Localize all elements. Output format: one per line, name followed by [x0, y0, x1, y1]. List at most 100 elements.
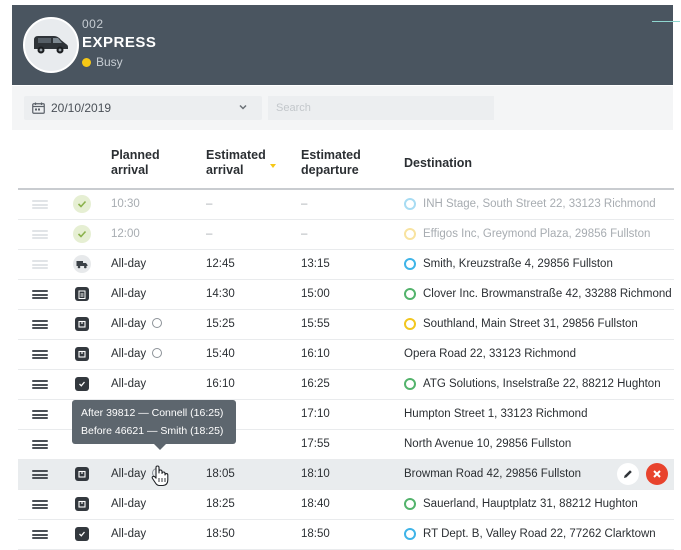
vehicle-status: Busy — [82, 55, 123, 69]
location-marker-icon — [404, 288, 416, 300]
planned-arrival-cell: All-day — [111, 498, 146, 510]
row-actions — [610, 463, 668, 485]
stops-table: Planned arrival Estimated arrival Estima… — [18, 137, 674, 550]
col-planned-arrival[interactable]: Planned arrival — [111, 148, 160, 178]
table-header: Planned arrival Estimated arrival Estima… — [18, 137, 674, 190]
time-window-icon[interactable] — [152, 348, 163, 358]
estimated-departure-cell: 18:40 — [301, 498, 330, 510]
package-icon — [75, 317, 89, 331]
destination-cell[interactable]: INH Stage, South Street 22, 33123 Richmo… — [404, 198, 656, 210]
planned-arrival-cell: All-day — [111, 318, 163, 330]
drag-handle-icon[interactable] — [32, 260, 48, 269]
sort-down-icon[interactable] — [270, 164, 276, 168]
drag-handle-icon[interactable] — [32, 410, 48, 419]
planned-arrival-value: All-day — [111, 288, 147, 300]
estimated-arrival-cell: 16:10 — [206, 378, 235, 390]
table-row[interactable]: All-day 15:40 16:10 Opera Road 22, 33123 Ri… — [18, 340, 674, 370]
planned-arrival-value: 10:30 — [111, 198, 140, 210]
table-row[interactable]: All-day 15:25 15:55 Southland, Main Street … — [18, 310, 674, 340]
check-icon — [73, 225, 91, 243]
drag-handle-icon[interactable] — [32, 350, 48, 359]
col-estimated-arrival[interactable]: Estimated arrival — [206, 148, 266, 178]
planned-arrival-cell: All-day — [111, 258, 146, 270]
estimated-departure-cell: – — [301, 228, 308, 240]
estimated-departure-cell: 18:50 — [301, 528, 330, 540]
table-row[interactable]: All-day 18:05 18:10 Browman Road 42, 29856 … — [18, 460, 674, 490]
vehicle-avatar[interactable] — [23, 17, 79, 73]
table-row[interactable]: All-day 14:30 15:00 Clover Inc. Browmanstra… — [18, 280, 674, 310]
location-marker-icon — [404, 198, 416, 210]
package-icon — [75, 497, 89, 511]
drag-handle-icon[interactable] — [32, 200, 48, 209]
estimated-departure-cell: – — [301, 198, 308, 210]
pencil-icon — [624, 470, 632, 478]
date-picker[interactable]: 20/10/2019 — [24, 96, 262, 120]
drag-handle-icon[interactable] — [32, 380, 48, 389]
tooltip-before: Before 46621 — Smith (18:25) — [81, 425, 224, 437]
destination-text: North Avenue 10, 29856 Fullston — [404, 438, 572, 450]
destination-cell[interactable]: RT Dept. B, Valley Road 22, 77262 Clarkt… — [404, 528, 656, 540]
filter-bar: 20/10/2019 — [12, 86, 673, 130]
estimated-arrival-cell: 15:25 — [206, 318, 235, 330]
planned-arrival-value: 12:00 — [111, 228, 140, 240]
drag-handle-icon[interactable] — [32, 440, 48, 449]
destination-cell[interactable]: Humpton Street 1, 33123 Richmond — [404, 408, 587, 420]
estimated-departure-cell: 17:10 — [301, 408, 330, 420]
destination-text: INH Stage, South Street 22, 33123 Richmo… — [423, 198, 656, 210]
col-estimated-departure[interactable]: Estimated departure — [301, 148, 361, 178]
table-row[interactable]: All-day 18:50 18:50 RT Dept. B, Valley Road… — [18, 520, 674, 550]
location-marker-icon — [404, 258, 416, 270]
drag-handle-icon[interactable] — [32, 500, 48, 509]
edit-button[interactable] — [617, 463, 639, 485]
time-window-icon[interactable] — [152, 318, 163, 328]
estimated-arrival-cell: 12:45 — [206, 258, 235, 270]
destination-text: Browman Road 42, 29856 Fullston — [404, 468, 582, 480]
destination-cell[interactable]: Southland, Main Street 31, 29856 Fullsto… — [404, 318, 638, 330]
location-marker-icon — [404, 228, 416, 240]
estimated-arrival-cell: 18:50 — [206, 528, 235, 540]
delete-button[interactable] — [646, 463, 668, 485]
location-marker-icon — [404, 528, 416, 540]
search-input[interactable] — [268, 96, 494, 120]
planned-arrival-cell: All-day — [111, 528, 146, 540]
planned-arrival-value: All-day — [111, 318, 147, 330]
drag-handle-icon[interactable] — [32, 530, 48, 539]
drag-handle-icon[interactable] — [32, 290, 48, 299]
check-icon — [73, 195, 91, 213]
drag-handle-icon[interactable] — [32, 320, 48, 329]
planned-arrival-cell: All-day — [111, 288, 146, 300]
destination-cell[interactable]: Clover Inc. Browmanstraße 42, 33288 Rich… — [404, 288, 672, 300]
destination-cell[interactable]: Sauerland, Hauptplatz 31, 88212 Hughton — [404, 498, 638, 510]
drag-handle-icon[interactable] — [32, 470, 48, 479]
drag-handle-icon[interactable] — [32, 230, 48, 239]
destination-cell[interactable]: Opera Road 22, 33123 Richmond — [404, 348, 576, 360]
planned-arrival-cell: 12:00 — [111, 228, 140, 240]
destination-text: Southland, Main Street 31, 29856 Fullsto… — [423, 318, 638, 330]
destination-cell[interactable]: Effigos Inc, Greymond Plaza, 29856 Fulls… — [404, 228, 650, 240]
planned-arrival-value: All-day — [111, 258, 147, 270]
table-body: 10:30 – – INH Stage, South Street 22, 33123… — [18, 190, 674, 550]
estimated-arrival-cell: 15:40 — [206, 348, 235, 360]
location-marker-icon — [404, 498, 416, 510]
destination-cell[interactable]: ATG Solutions, Inselstraße 22, 88212 Hug… — [404, 378, 661, 390]
estimated-departure-cell: 17:55 — [301, 438, 330, 450]
estimated-departure-cell: 16:10 — [301, 348, 330, 360]
divider-line — [652, 21, 680, 22]
destination-text: Humpton Street 1, 33123 Richmond — [404, 408, 588, 420]
table-row[interactable]: 12:00 – – Effigos Inc, Greymond Plaza, 2985… — [18, 220, 674, 250]
destination-text: Smith, Kreuzstraße 4, 29856 Fullston — [423, 258, 613, 270]
calendar-icon — [32, 102, 45, 114]
col-destination[interactable]: Destination — [404, 156, 472, 171]
table-row[interactable]: All-day 12:45 13:15 Smith, Kreuzstraße 4, 2… — [18, 250, 674, 280]
destination-cell[interactable]: Browman Road 42, 29856 Fullston — [404, 468, 581, 480]
destination-cell[interactable]: Smith, Kreuzstraße 4, 29856 Fullston — [404, 258, 613, 270]
vehicle-id: 002 — [82, 17, 104, 31]
package-icon — [75, 347, 89, 361]
table-row[interactable]: All-day 16:10 16:25 ATG Solutions, Inselstr… — [18, 370, 674, 400]
destination-cell[interactable]: North Avenue 10, 29856 Fullston — [404, 438, 571, 450]
package-icon — [75, 467, 89, 481]
table-row[interactable]: 10:30 – – INH Stage, South Street 22, 33123… — [18, 190, 674, 220]
planned-arrival-cell: All-day — [111, 348, 163, 360]
estimated-departure-cell: 15:00 — [301, 288, 330, 300]
table-row[interactable]: All-day 18:25 18:40 Sauerland, Hauptplatz 3… — [18, 490, 674, 520]
